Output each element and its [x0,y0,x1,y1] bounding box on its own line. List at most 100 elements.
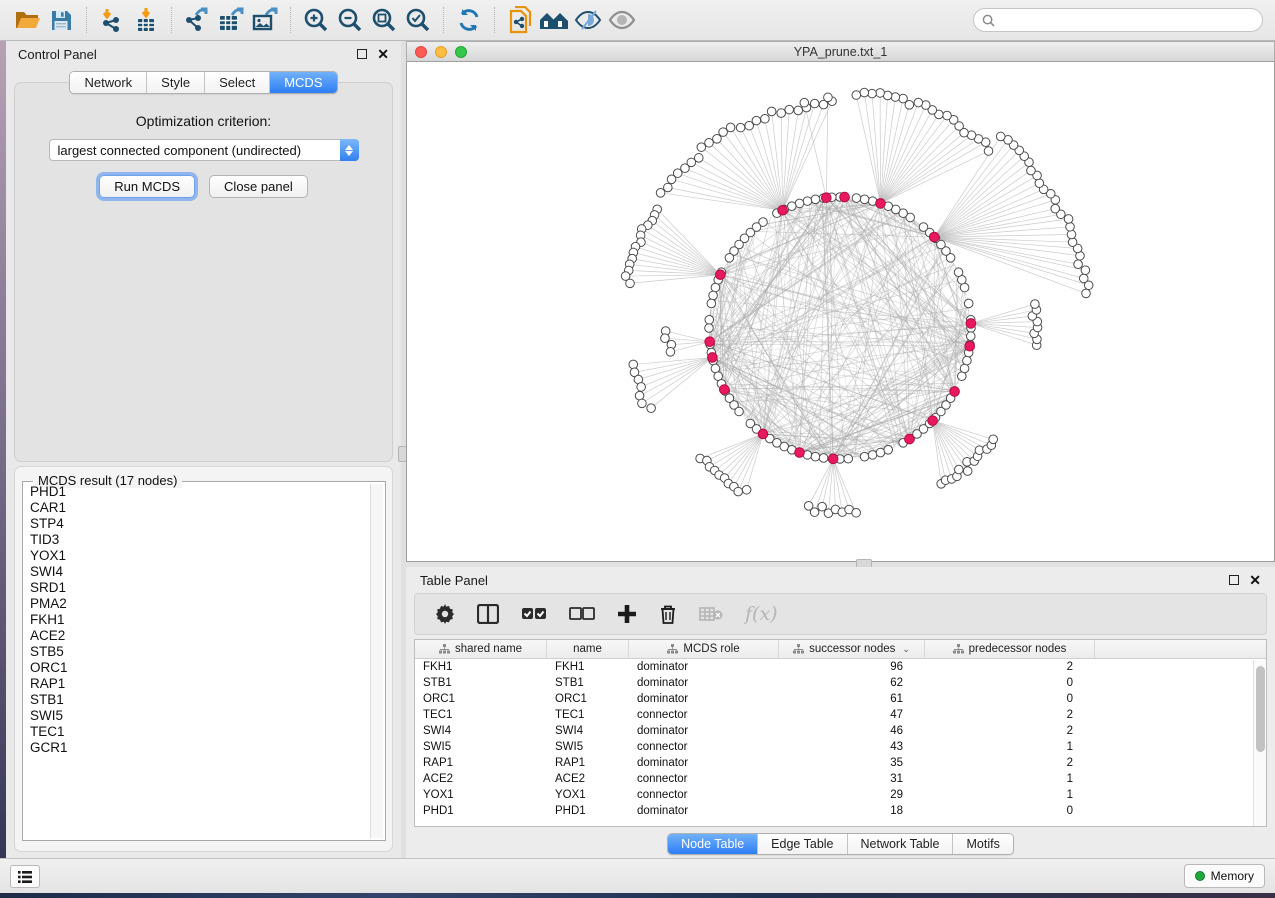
graph-node[interactable] [705,315,714,324]
mcds-result-item[interactable]: FKH1 [25,612,369,628]
save-session-icon[interactable] [44,4,78,36]
graph-node[interactable] [963,467,972,476]
graph-node[interactable] [960,364,969,373]
graph-node[interactable] [697,143,706,152]
graph-node[interactable] [844,454,853,463]
mcds-result-item[interactable]: PMA2 [25,596,369,612]
tab-select[interactable]: Select [205,72,270,93]
graph-node[interactable] [656,189,665,198]
graph-node[interactable] [852,508,861,517]
hide-selected-icon[interactable] [571,4,605,36]
table-row[interactable]: TEC1TEC1connector472 [415,707,1266,723]
graph-node[interactable] [736,123,745,132]
float-table-panel-icon[interactable] [1229,575,1239,585]
graph-node[interactable] [1081,266,1090,275]
deselect-all-icon[interactable] [569,605,595,623]
graph-mcds-node[interactable] [966,319,976,329]
memory-button[interactable]: Memory [1184,864,1265,888]
graph-mcds-node[interactable] [928,416,938,426]
clear-table-icon[interactable] [699,606,723,622]
graph-node[interactable] [824,93,833,102]
zoom-in-icon[interactable] [299,4,333,36]
graph-node[interactable] [735,407,744,416]
mcds-result-item[interactable]: RAP1 [25,676,369,692]
graph-node[interactable] [705,138,714,147]
graph-node[interactable] [1068,238,1077,247]
graph-node[interactable] [943,111,952,120]
graph-mcds-node[interactable] [716,270,726,280]
graph-mcds-node[interactable] [720,385,730,395]
select-all-icon[interactable] [521,605,547,623]
zoom-out-icon[interactable] [333,4,367,36]
graph-node[interactable] [1031,300,1040,309]
graph-mcds-node[interactable] [965,341,975,351]
graph-node[interactable] [705,324,714,333]
delete-column-icon[interactable] [659,604,677,625]
column-header-MCDS-role[interactable]: MCDS role [629,640,779,658]
table-row[interactable]: ORC1ORC1dominator610 [415,691,1266,707]
mcds-result-item[interactable]: ACE2 [25,628,369,644]
graph-node[interactable] [876,89,885,98]
graph-node[interactable] [868,89,877,98]
criterion-dropdown[interactable]: largest connected component (undirected) [49,139,359,161]
graph-node[interactable] [761,114,770,123]
mcds-result-item[interactable]: ORC1 [25,660,369,676]
graph-node[interactable] [954,465,963,474]
graph-node[interactable] [734,487,743,496]
open-file-icon[interactable] [10,4,44,36]
mcds-result-item[interactable]: PHD1 [25,484,369,500]
graph-mcds-node[interactable] [822,193,832,203]
graph-node[interactable] [1067,230,1076,239]
tab-style[interactable]: Style [147,72,205,93]
graph-node[interactable] [1079,274,1088,283]
graph-mcds-node[interactable] [758,429,768,439]
search-field[interactable] [973,8,1263,32]
graph-node[interactable] [707,299,716,308]
graph-node[interactable] [996,132,1005,141]
table-scrollbar-thumb[interactable] [1256,666,1265,752]
graph-mcds-node[interactable] [929,232,939,242]
table-row[interactable]: RAP1RAP1dominator352 [415,755,1266,771]
zoom-selected-icon[interactable] [401,4,435,36]
graph-node[interactable] [664,183,673,192]
column-header-name[interactable]: name [547,640,629,658]
graph-node[interactable] [800,98,809,107]
graph-node[interactable] [966,332,975,341]
tab-node-table[interactable]: Node Table [668,834,758,854]
graph-node[interactable] [852,194,861,203]
refresh-view-icon[interactable] [452,4,486,36]
close-panel-icon[interactable]: ✕ [377,49,389,59]
graph-node[interactable] [810,508,819,517]
mcds-result-item[interactable]: STP4 [25,516,369,532]
add-column-icon[interactable] [617,604,637,624]
table-row[interactable]: SWI5SWI5connector431 [415,739,1266,755]
column-header-successor-nodes[interactable]: successor nodes⌄ [779,640,925,658]
table-row[interactable]: SWI4SWI4dominator462 [415,723,1266,739]
graph-node[interactable] [742,485,751,494]
first-neighbors-icon[interactable] [537,4,571,36]
mcds-result-item[interactable]: CAR1 [25,500,369,516]
run-mcds-button[interactable]: Run MCDS [99,175,195,198]
graph-node[interactable] [1027,166,1036,175]
tab-network[interactable]: Network [70,72,147,93]
graph-node[interactable] [860,452,869,461]
new-network-from-selection-icon[interactable] [503,4,537,36]
network-canvas[interactable] [406,62,1275,562]
graph-node[interactable] [745,121,754,130]
float-panel-icon[interactable] [357,49,367,59]
tab-network-table[interactable]: Network Table [848,834,954,854]
graph-node[interactable] [709,291,718,300]
table-scrollbar[interactable] [1253,660,1266,826]
mcds-result-item[interactable]: TEC1 [25,724,369,740]
graph-node[interactable] [647,404,656,413]
graph-node[interactable] [1051,204,1060,213]
graph-node[interactable] [899,94,908,103]
mcds-result-item[interactable]: SRD1 [25,580,369,596]
graph-node[interactable] [713,135,722,144]
mcds-result-item[interactable]: YOX1 [25,548,369,564]
table-row[interactable]: STB1STB1dominator620 [415,675,1266,691]
graph-node[interactable] [810,99,819,108]
close-panel-button[interactable]: Close panel [209,175,308,198]
mcds-result-item[interactable]: SWI5 [25,708,369,724]
network-graph[interactable] [407,62,1274,560]
